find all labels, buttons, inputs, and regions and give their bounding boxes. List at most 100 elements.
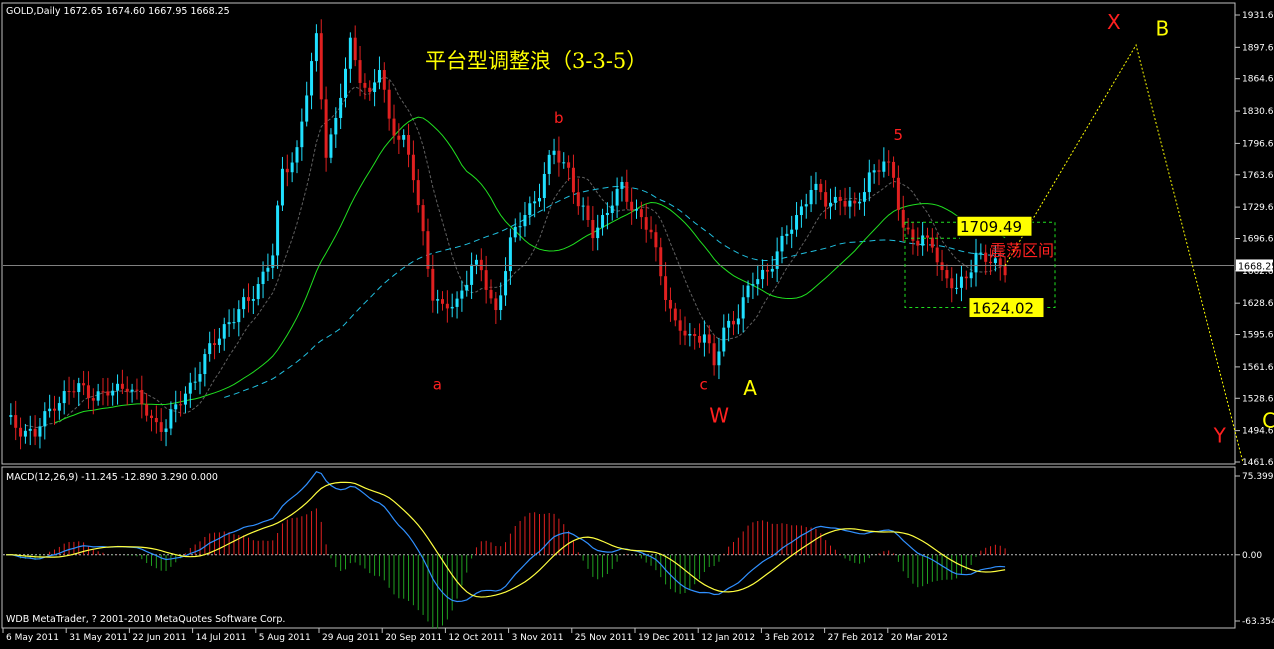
- candle-body: [780, 235, 784, 252]
- candle-body: [867, 172, 871, 193]
- x-tick-label: 12 Oct 2011: [448, 633, 504, 643]
- candle-body: [77, 383, 81, 393]
- y-tick-label: 1763.60: [1242, 171, 1274, 181]
- candle-body: [188, 382, 192, 394]
- x-tick-label: 20 Mar 2012: [891, 633, 948, 643]
- candle-body: [470, 264, 474, 285]
- x-tick-label: 14 Jul 2011: [196, 633, 247, 643]
- candle-body: [232, 322, 236, 324]
- candle-body: [557, 150, 561, 163]
- candle-body: [474, 259, 478, 265]
- macd-y-tick-label: -63.354: [1242, 617, 1274, 627]
- candle-body: [455, 298, 459, 307]
- chart-window: 1931.60 1897.60 1864.60 1830.60 1796.60 1763.…: [0, 0, 1274, 645]
- candle-body: [921, 235, 925, 246]
- candle-body: [324, 99, 328, 158]
- candle-body: [955, 287, 959, 289]
- candle-body: [858, 201, 862, 204]
- candle-body: [630, 201, 634, 211]
- candle-body: [795, 215, 799, 230]
- candle-body: [14, 415, 18, 428]
- macd-y-tick-label: 0.00: [1242, 551, 1262, 561]
- candle-body: [38, 426, 42, 437]
- candle-body: [824, 192, 828, 207]
- candle-body: [732, 320, 735, 325]
- candle-body: [169, 409, 173, 429]
- level-label-lower: 1624.02: [968, 297, 1045, 319]
- wave-label-5: 5: [894, 126, 904, 144]
- candle-body: [741, 297, 745, 319]
- candle-body: [445, 303, 449, 309]
- candle-body: [140, 389, 144, 405]
- candle-body: [809, 190, 813, 205]
- candle-body: [969, 272, 973, 279]
- range-label: 震荡区间: [990, 241, 1054, 260]
- candle-body: [106, 391, 110, 396]
- candle-body: [150, 415, 153, 419]
- candle-body: [48, 408, 52, 412]
- candle-body: [159, 422, 163, 432]
- candle-body: [421, 205, 425, 232]
- candle-body: [601, 215, 605, 228]
- candle-body: [930, 237, 934, 248]
- wave-label-A: A: [743, 376, 757, 400]
- wave-label-W: W: [709, 404, 729, 428]
- y-tick-label: 1696.60: [1242, 235, 1274, 245]
- macd-label: MACD(12,26,9) -11.245 -12.890 3.290 0.00…: [6, 472, 218, 483]
- candle-body: [591, 220, 595, 239]
- candle-body: [145, 404, 149, 416]
- candle-body: [523, 215, 527, 227]
- candle-body: [242, 297, 246, 310]
- candle-body: [91, 398, 95, 401]
- candle-body: [887, 161, 891, 163]
- x-tick-label: 31 May 2011: [69, 633, 128, 643]
- candle-body: [247, 297, 250, 301]
- wave-label-C: C: [1262, 408, 1274, 432]
- candle-body: [174, 404, 178, 410]
- candle-body: [901, 209, 905, 228]
- candle-body: [698, 336, 702, 343]
- candle-body: [984, 252, 988, 262]
- candle-body: [765, 269, 769, 272]
- wave-label-b: b: [554, 109, 564, 127]
- y-tick-label: 1461.60: [1242, 458, 1274, 468]
- candle-body: [678, 320, 682, 331]
- candle-body: [552, 150, 556, 155]
- candle-body: [702, 334, 706, 343]
- candle-body: [576, 192, 580, 207]
- candle-body: [785, 233, 789, 236]
- current-price-tag: 1668.25: [1236, 259, 1274, 272]
- candle-body: [183, 393, 187, 405]
- y-tick-label: 1628.60: [1242, 299, 1274, 309]
- candle-body: [373, 82, 377, 93]
- candle-body: [276, 205, 280, 256]
- level-lower-text: 1624.02: [972, 300, 1034, 318]
- candle-body: [581, 205, 585, 207]
- candle-body: [853, 200, 857, 204]
- candle-body: [116, 383, 120, 391]
- candle-body: [67, 391, 71, 393]
- candle-body: [86, 385, 90, 399]
- candle-body: [654, 232, 658, 248]
- candle-body: [712, 343, 716, 366]
- level-upper-text: 1709.49: [960, 218, 1022, 236]
- current-price-text: 1668.25: [1238, 261, 1274, 272]
- candle-body: [203, 354, 207, 375]
- candle-body: [513, 226, 517, 238]
- candle-body: [668, 299, 672, 309]
- candle-body: [989, 261, 993, 264]
- candle-body: [344, 68, 347, 98]
- candle-body: [62, 391, 66, 404]
- candle-body: [489, 289, 493, 299]
- chart-svg: 1931.60 1897.60 1864.60 1830.60 1796.60 1763.…: [0, 0, 1274, 645]
- chart-title: 平台型调整浪（3-3-5）: [425, 49, 647, 73]
- candle-body: [436, 299, 440, 301]
- candle-body: [305, 95, 309, 122]
- candle-body: [198, 374, 202, 382]
- candle-body: [227, 322, 231, 325]
- candle-body: [377, 70, 381, 83]
- candle-body: [193, 381, 197, 383]
- candle-body: [770, 268, 774, 272]
- wave-label-a: a: [433, 375, 442, 393]
- candle-body: [736, 318, 740, 325]
